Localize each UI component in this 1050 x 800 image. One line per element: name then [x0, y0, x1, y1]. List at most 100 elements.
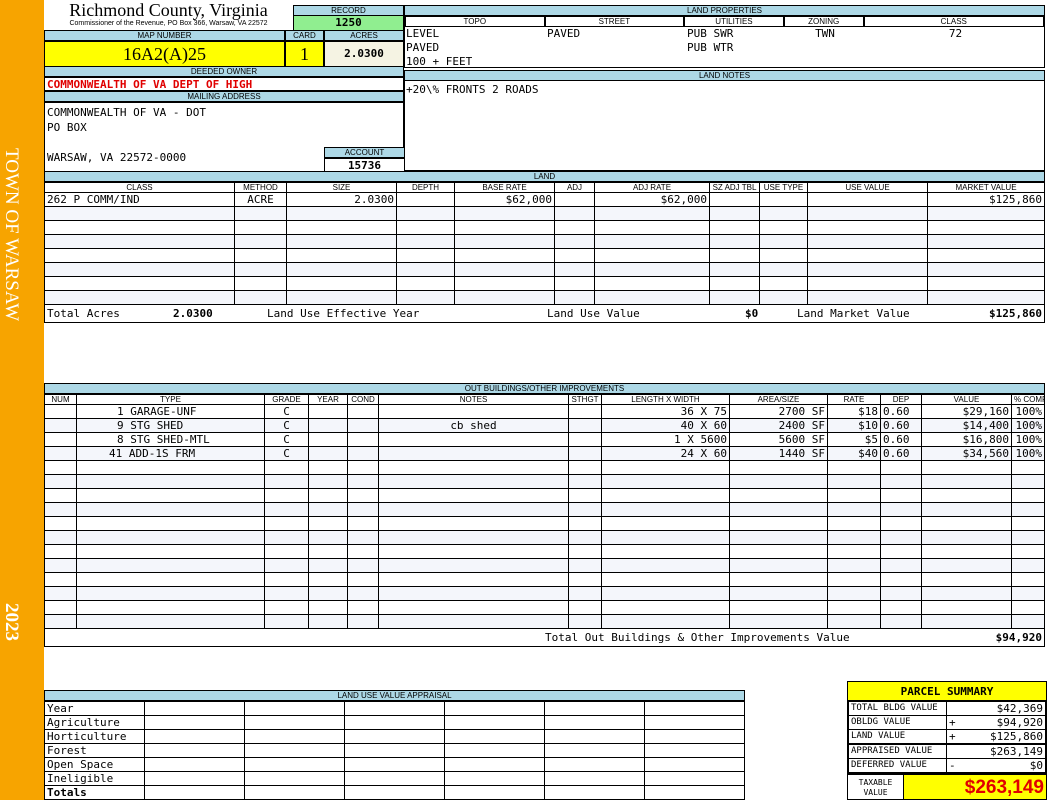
land-use-cell [544, 771, 645, 786]
outbuilding-cell [44, 586, 77, 601]
outbuilding-cell [880, 530, 922, 545]
land-cell [807, 220, 928, 235]
land-cell [44, 220, 235, 235]
total-acres-label: Total Acres [47, 307, 120, 320]
acres-value: 2.0300 [324, 41, 404, 67]
outbuilding-cell [921, 474, 1012, 489]
land-cell [759, 220, 808, 235]
outbuildings-total-value: $94,920 [995, 631, 1042, 644]
owner-section: DEEDED OWNER COMMONWEALTH OF VA DEPT OF … [44, 66, 405, 173]
land-cell [594, 262, 710, 277]
outbuilding-cell: C [264, 432, 309, 447]
land-cell [759, 248, 808, 263]
land-cell [709, 276, 760, 291]
outbuilding-cell [1011, 586, 1045, 601]
outbuilding-cell [729, 572, 828, 587]
land-row [44, 206, 1045, 221]
outbuilding-cell [347, 558, 379, 573]
outbuilding-cell: 9 STG SHED [76, 418, 265, 433]
land-cell [286, 248, 397, 263]
land-use-cell [544, 785, 645, 800]
outbuilding-row: 8 STG SHED-MTL C 1 X 5600 5600 SF $5 0.60 $16,… [44, 432, 1045, 447]
outbuilding-col-header: % COMP [1011, 394, 1045, 405]
outbuilding-cell [601, 516, 730, 531]
summary-row: OBLDG VALUE + $94,920 [848, 715, 1046, 730]
address-line: PO BOX [47, 121, 87, 134]
land-use-cell [644, 771, 745, 786]
mailing-address-label: MAILING ADDRESS [44, 91, 404, 102]
land-use-cell [344, 771, 445, 786]
outbuilding-cell [308, 600, 348, 615]
land-use-cell [644, 701, 745, 716]
topo-value: 100 + FEET [406, 55, 473, 68]
deeded-owner-label: DEEDED OWNER [44, 66, 404, 77]
land-use-cell [444, 701, 545, 716]
outbuilding-cell [347, 460, 379, 475]
outbuilding-cell [264, 572, 309, 587]
outbuilding-cell [378, 530, 569, 545]
outbuilding-cell [568, 474, 602, 489]
outbuilding-cell: $29,160 [921, 404, 1012, 419]
outbuilding-cell [308, 418, 348, 433]
land-use-cell [244, 701, 345, 716]
land-use-cell [644, 785, 745, 800]
outbuilding-cell [76, 488, 265, 503]
outbuilding-cell [44, 530, 77, 545]
land-row [44, 220, 1045, 235]
land-row [44, 248, 1045, 263]
outbuilding-cell [601, 600, 730, 615]
land-section: LAND CLASS METHOD SIZE DEPTH BASE RATE ADJ ADJ… [44, 171, 1045, 323]
card-label: CARD [285, 30, 324, 41]
outbuilding-cell: 0.60 [880, 432, 922, 447]
land-cell [807, 290, 928, 305]
land-use-label: Horticulture [44, 729, 145, 744]
outbuilding-cell [76, 600, 265, 615]
outbuilding-cell [378, 544, 569, 559]
outbuilding-cell [568, 600, 602, 615]
land-use-cell [344, 743, 445, 758]
outbuilding-cell: $5 [827, 432, 881, 447]
land-cell [554, 276, 595, 291]
outbuilding-cell [44, 474, 77, 489]
land-use-row: Horticulture [44, 729, 745, 744]
outbuildings-title: OUT BUILDINGS/OTHER IMPROVEMENTS [44, 383, 1045, 394]
outbuilding-cell [601, 572, 730, 587]
utilities-values: PUB SWR PUB WTR [687, 27, 733, 55]
outbuilding-cell: 5600 SF [729, 432, 828, 447]
land-use-cell [344, 785, 445, 800]
land-cell [709, 234, 760, 249]
address-line: COMMONWEALTH OF VA - DOT [47, 106, 206, 119]
sidebar: TOWN OF WARSAW 2023 [0, 0, 44, 800]
land-use-label: Agriculture [44, 715, 145, 730]
land-use-cell [644, 729, 745, 744]
outbuilding-cell [921, 516, 1012, 531]
land-col-header: BASE RATE [454, 182, 555, 193]
outbuilding-col-header: NOTES [378, 394, 569, 405]
land-cell [286, 290, 397, 305]
land-use-row: Agriculture [44, 715, 745, 730]
outbuildings-total: Total Out Buildings & Other Improvements… [44, 629, 1045, 647]
land-use-table: Year Agriculture Horticulture Forest Open Sp… [44, 701, 745, 800]
outbuilding-cell [880, 614, 922, 629]
outbuilding-col-header: DEP [880, 394, 922, 405]
outbuilding-cell [568, 544, 602, 559]
summary-value: $94,920 [958, 715, 1046, 730]
land-totals: Total Acres 2.0300 Land Use Effective Ye… [44, 305, 1045, 323]
outbuilding-cell [568, 572, 602, 587]
outbuilding-cell [347, 488, 379, 503]
outbuilding-cell: C [264, 404, 309, 419]
outbuilding-cell [308, 432, 348, 447]
col-street: STREET [544, 16, 685, 27]
class-value: 72 [948, 27, 963, 40]
land-cell [594, 206, 710, 221]
outbuilding-cell [880, 572, 922, 587]
land-cell [759, 276, 808, 291]
land-cell [44, 276, 235, 291]
land-use-cell [644, 743, 745, 758]
land-title: LAND [44, 171, 1045, 182]
topo-values: LEVEL PAVED 100 + FEET [406, 27, 472, 69]
outbuilding-col-header: YEAR [308, 394, 348, 405]
outbuilding-cell [347, 446, 379, 461]
outbuilding-cell [568, 418, 602, 433]
land-use-cell [544, 701, 645, 716]
